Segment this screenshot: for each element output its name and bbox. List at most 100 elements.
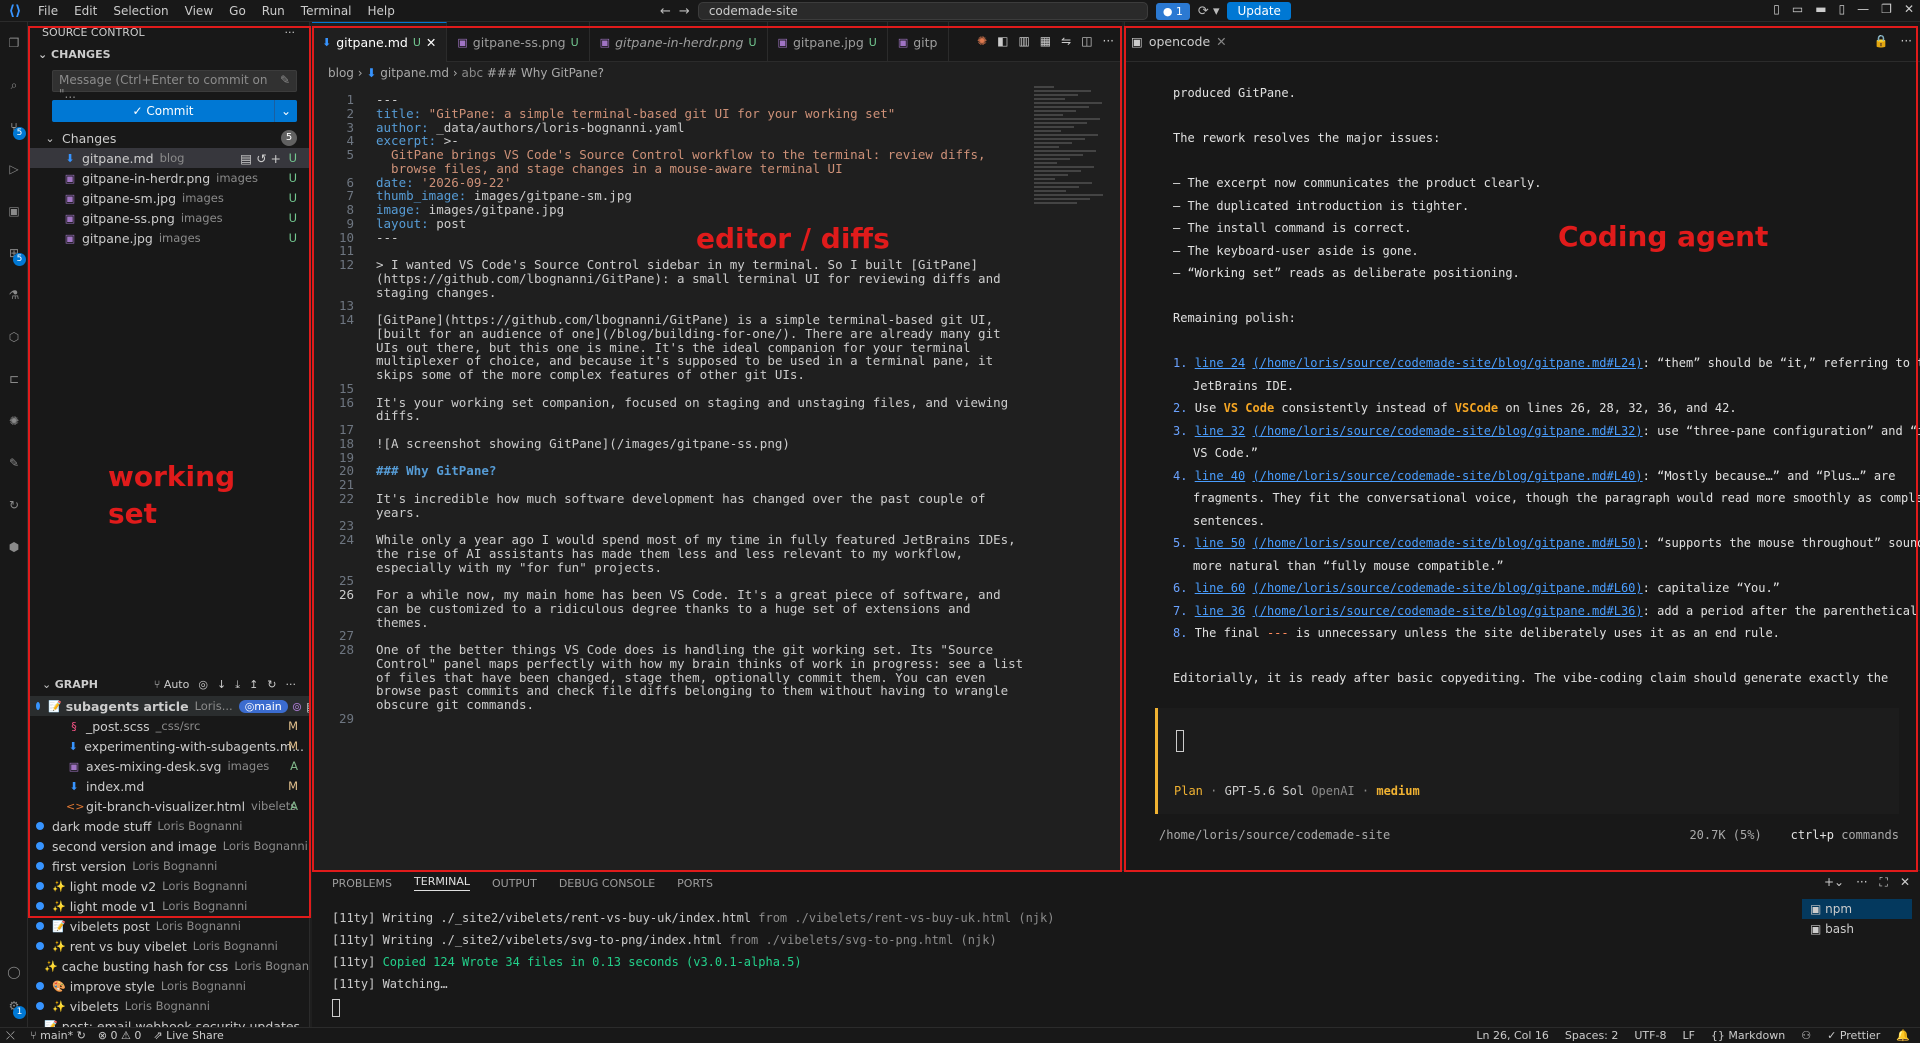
- forward-arrow-icon[interactable]: →: [679, 4, 690, 19]
- toggle-panel-icon[interactable]: ▬: [1815, 2, 1826, 16]
- agent-tab[interactable]: ▣ opencode ✕: [1131, 34, 1227, 49]
- terminal-output[interactable]: [11ty] Writing ./_site2/vibelets/rent-vs…: [332, 911, 1054, 1017]
- commit-row[interactable]: ✨ light mode v1 Loris Bognanni: [28, 896, 309, 916]
- line-link[interactable]: line 50: [1195, 536, 1246, 550]
- graph-head-commit[interactable]: 📝 subagents article Loris... ◎main ⊚ ▤: [28, 696, 309, 716]
- branch-indicator[interactable]: ⑂ main* ↻: [30, 1029, 86, 1042]
- open-changes-icon[interactable]: ▥: [1018, 34, 1029, 48]
- testing-icon[interactable]: ⚗: [0, 274, 28, 316]
- live-share-icon[interactable]: ↻: [0, 484, 28, 526]
- git-graph-icon[interactable]: ⊏: [0, 358, 28, 400]
- commit-row[interactable]: second version and image Loris Bognanni: [28, 836, 309, 856]
- language-mode[interactable]: {} Markdown: [1711, 1029, 1785, 1042]
- tab-gitpane-jpg[interactable]: ▣ gitpane.jpg U: [768, 22, 888, 62]
- commit-row[interactable]: 📝 post: email webhook security updates...: [28, 1016, 309, 1028]
- remote-explorer-icon[interactable]: ▣: [0, 190, 28, 232]
- split-editor-icon[interactable]: ◫: [1081, 34, 1092, 48]
- line-link[interactable]: line 32: [1195, 424, 1246, 438]
- file-path-link[interactable]: (/home/loris/source/codemade-site/blog/g…: [1253, 536, 1643, 550]
- panel-tab-ports[interactable]: PORTS: [677, 877, 713, 890]
- graph-file-row[interactable]: ▣ axes-mixing-desk.svg images A: [28, 756, 309, 776]
- compare-icon[interactable]: ⇋: [1061, 34, 1071, 48]
- code-editor[interactable]: 1 --- 2 title: "GitPane: a simple terminal-…: [312, 84, 1052, 870]
- search-icon[interactable]: ⌕: [0, 64, 28, 106]
- live-share-button[interactable]: ⇗ Live Share: [153, 1029, 223, 1042]
- run-debug-icon[interactable]: ▷: [0, 148, 28, 190]
- changed-file-row[interactable]: ▣ gitpane.jpg images U: [28, 228, 309, 248]
- new-terminal-icon[interactable]: +⌄: [1824, 875, 1844, 890]
- graph-file-row[interactable]: ⬇ experimenting-with-subagents.m... M: [28, 736, 309, 756]
- tab-gitpane-ss-png[interactable]: ▣ gitpane-ss.png U: [447, 22, 590, 62]
- lock-icon[interactable]: 🔒: [1874, 34, 1889, 48]
- close-window-icon[interactable]: ✕: [1904, 2, 1914, 16]
- back-arrow-icon[interactable]: ←: [660, 4, 671, 19]
- menu-item-run[interactable]: Run: [254, 4, 293, 18]
- file-path-link[interactable]: (/home/loris/source/codemade-site/blog/g…: [1253, 424, 1643, 438]
- update-button[interactable]: Update: [1227, 2, 1291, 20]
- tab-gitp[interactable]: ▣ gitp: [888, 22, 949, 62]
- sparkle-icon[interactable]: ✎: [280, 73, 290, 89]
- toggle-sidebar-icon[interactable]: ▯: [1773, 2, 1780, 16]
- push-icon[interactable]: ↥: [249, 674, 258, 696]
- commit-row[interactable]: ✨cache busting hash for css Loris Bognann…: [28, 956, 309, 976]
- menu-item-edit[interactable]: Edit: [66, 4, 105, 18]
- commit-button[interactable]: ✓ Commit ⌄: [52, 100, 297, 122]
- terminal-instance-npm[interactable]: ▣ npm: [1802, 899, 1912, 919]
- account-badge[interactable]: ● 1: [1155, 2, 1190, 20]
- prettier-status[interactable]: ✓ Prettier: [1827, 1029, 1880, 1042]
- line-link[interactable]: line 36: [1195, 604, 1246, 618]
- editor-more-icon[interactable]: ···: [1103, 34, 1114, 48]
- panel-tab-terminal[interactable]: TERMINAL: [414, 875, 470, 891]
- changed-file-row[interactable]: ⬇ gitpane.md blog ▤ ↺ + U: [28, 148, 309, 168]
- settings-gear-icon[interactable]: ⚙ 1: [0, 985, 28, 1027]
- maximize-panel-icon[interactable]: ⛶: [1880, 875, 1888, 890]
- maximize-icon[interactable]: ❐: [1881, 2, 1892, 16]
- extensions-icon[interactable]: ⊞ 5: [0, 232, 28, 274]
- menu-item-view[interactable]: View: [177, 4, 221, 18]
- minimize-icon[interactable]: —: [1857, 2, 1869, 16]
- command-center[interactable]: codemade-site: [697, 2, 1148, 20]
- problems-indicator[interactable]: ⊗ 0 ⚠ 0: [98, 1029, 142, 1042]
- close-tab-icon[interactable]: ✕: [1216, 34, 1226, 49]
- terminal-instance-bash[interactable]: ▣ bash: [1802, 919, 1912, 939]
- notifications-icon[interactable]: 🔔: [1896, 1029, 1910, 1042]
- agent-more-icon[interactable]: ···: [1901, 34, 1912, 48]
- source-control-icon[interactable]: ⑂ 5: [0, 106, 28, 148]
- close-panel-icon[interactable]: ✕: [1900, 875, 1910, 890]
- menu-item-help[interactable]: Help: [360, 4, 403, 18]
- end-of-line[interactable]: LF: [1682, 1029, 1694, 1042]
- claude-icon[interactable]: ✺: [0, 400, 28, 442]
- remote-indicator-icon[interactable]: ⤬: [6, 1029, 15, 1043]
- changes-section-header[interactable]: ⌄ CHANGES: [28, 44, 309, 66]
- commit-row[interactable]: dark mode stuff Loris Bognanni: [28, 816, 309, 836]
- commit-row[interactable]: 📝 vibelets post Loris Bognanni: [28, 916, 309, 936]
- toggle-primary-panel-icon[interactable]: ▭: [1792, 2, 1803, 16]
- branch-auto-icon[interactable]: ⑂ Auto: [154, 674, 190, 696]
- file-path-link[interactable]: (/home/loris/source/codemade-site/blog/g…: [1253, 356, 1643, 370]
- menu-item-selection[interactable]: Selection: [105, 4, 176, 18]
- menu-item-go[interactable]: Go: [221, 4, 254, 18]
- explorer-icon[interactable]: ❐: [0, 22, 28, 64]
- copilot-icon[interactable]: ⟳ ▾: [1198, 4, 1220, 19]
- menu-item-file[interactable]: File: [30, 4, 66, 18]
- panel-tab-debug-console[interactable]: DEBUG CONSOLE: [559, 877, 655, 890]
- package-icon[interactable]: ⬢: [0, 526, 28, 568]
- copilot-status-icon[interactable]: ⚇: [1801, 1029, 1811, 1042]
- panel-tab-output[interactable]: OUTPUT: [492, 877, 537, 890]
- tab-gitpane-md[interactable]: ⬇ gitpane.md U ✕: [312, 22, 448, 62]
- file-path-link[interactable]: (/home/loris/source/codemade-site/blog/g…: [1253, 581, 1643, 595]
- graph-more-icon[interactable]: ···: [286, 674, 297, 696]
- graph-file-row[interactable]: <> git-branch-visualizer.html vibelets A: [28, 796, 309, 816]
- graph-header[interactable]: ⌄ GRAPH ⑂ Auto ◎ ↓ ⤓ ↥ ↻ ···: [28, 674, 309, 696]
- file-path-link[interactable]: (/home/loris/source/codemade-site/blog/g…: [1253, 604, 1643, 618]
- agent-prompt-input[interactable]: Plan · GPT-5.6 Sol OpenAI · medium: [1155, 708, 1899, 814]
- containers-icon[interactable]: ⬡: [0, 316, 28, 358]
- panel-tab-problems[interactable]: PROBLEMS: [332, 877, 392, 890]
- fetch-icon[interactable]: ↓: [217, 674, 226, 696]
- agent-effort[interactable]: medium: [1376, 784, 1419, 798]
- commit-row[interactable]: 🎨 improve style Loris Bognanni: [28, 976, 309, 996]
- line-link[interactable]: line 24: [1195, 356, 1246, 370]
- commit-row[interactable]: ✨ rent vs buy vibelet Loris Bognanni: [28, 936, 309, 956]
- commit-row[interactable]: ✨ light mode v2 Loris Bognanni: [28, 876, 309, 896]
- graph-file-row[interactable]: § _post.scss _css/src M: [28, 716, 309, 736]
